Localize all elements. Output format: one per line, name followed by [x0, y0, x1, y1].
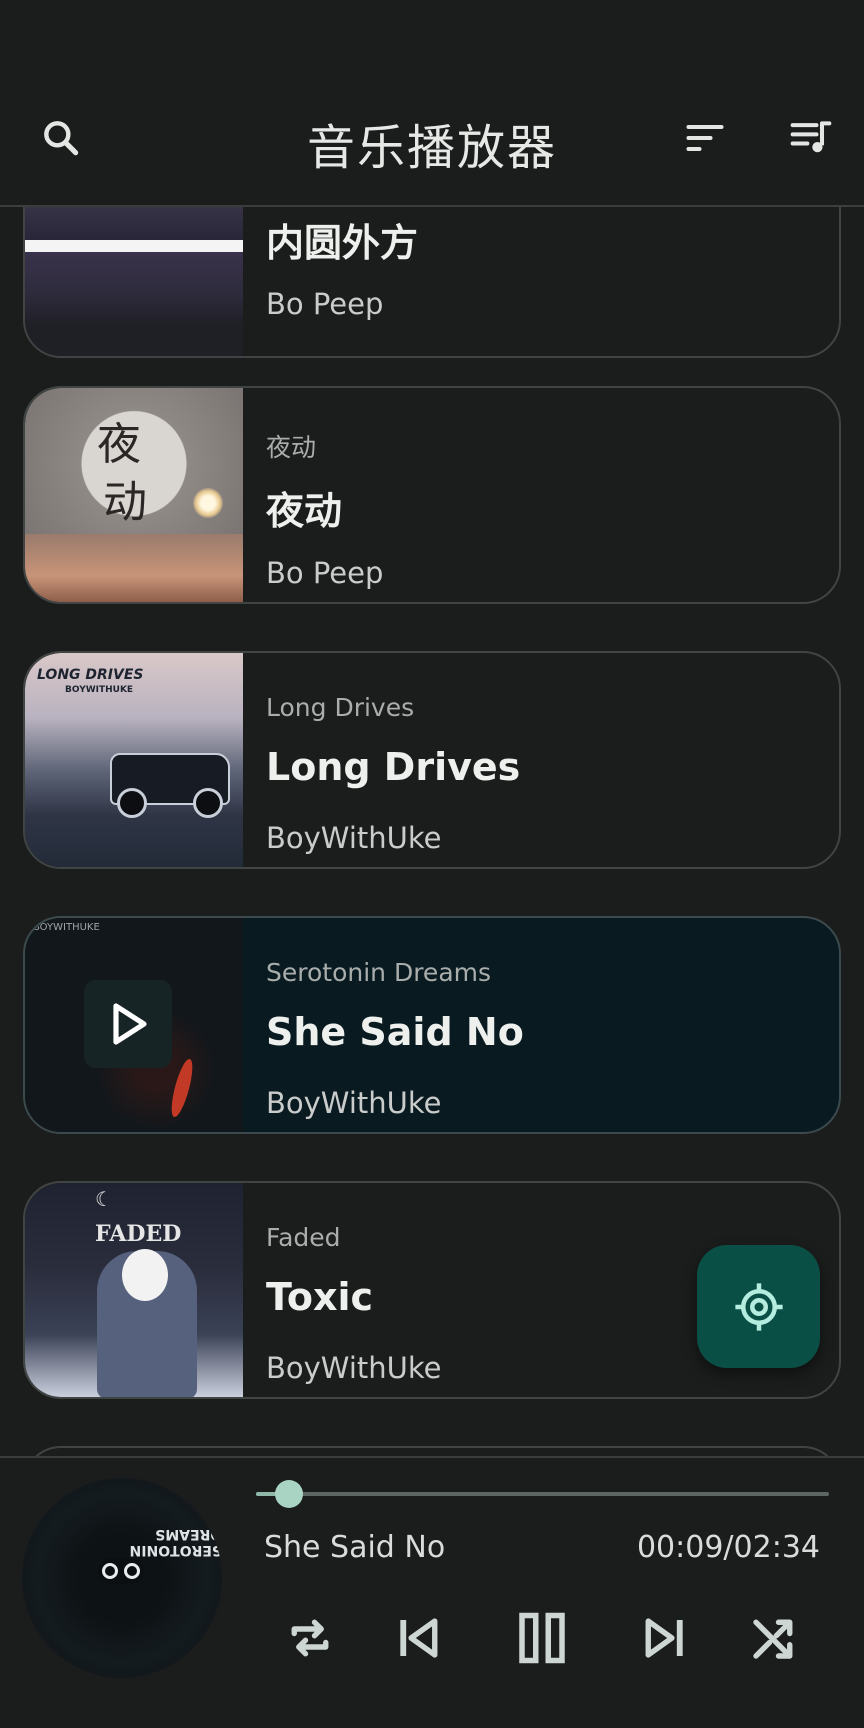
- seek-handle[interactable]: [275, 1480, 304, 1508]
- top-app-bar: 音乐播放器: [0, 0, 864, 207]
- previous-button[interactable]: [387, 1606, 451, 1670]
- shuffle-button[interactable]: [742, 1606, 806, 1670]
- song-title: 内圆外方: [266, 221, 419, 265]
- next-icon: [645, 1618, 683, 1658]
- disc-eyes: [98, 1558, 144, 1584]
- album-art-glyph: 动: [103, 477, 147, 528]
- now-playing-title: She Said No: [264, 1530, 446, 1565]
- album-art-glyph: 夜: [97, 419, 141, 470]
- now-playing-disc[interactable]: SEROTONIN DREAMS: [22, 1478, 222, 1678]
- repeat-button[interactable]: [278, 1606, 342, 1670]
- sort-button[interactable]: [673, 106, 737, 170]
- play-icon: [113, 1003, 147, 1045]
- album-art-subtitle: BOYWITHUKE: [65, 685, 134, 695]
- album-name: 夜动: [266, 433, 317, 462]
- song-artist: Bo Peep: [266, 556, 384, 590]
- album-art-label: BOYWITHUKE: [33, 922, 100, 933]
- song-card[interactable]: 夜 动 夜动 夜动 Bo Peep: [23, 386, 841, 604]
- album-art: LONG DRIVES BOYWITHUKE: [25, 653, 243, 867]
- pause-button[interactable]: [510, 1606, 574, 1670]
- album-art: 夜 动: [25, 388, 243, 602]
- song-artist: Bo Peep: [266, 287, 384, 321]
- queue-music-icon: [790, 121, 832, 153]
- disc-label: SEROTONIN DREAMS: [129, 1526, 222, 1558]
- previous-icon: [400, 1618, 438, 1658]
- locate-icon: [734, 1282, 783, 1331]
- song-title: She Said No: [266, 1010, 524, 1054]
- album-art: ☾ FADED: [25, 1183, 243, 1397]
- song-title: 夜动: [266, 489, 343, 533]
- album-art-logo: LONG DRIVES: [37, 667, 144, 683]
- repeat-icon: [291, 1619, 329, 1657]
- song-artist: BoyWithUke: [266, 821, 442, 855]
- next-button[interactable]: [632, 1606, 696, 1670]
- song-artist: BoyWithUke: [266, 1351, 442, 1385]
- album-name: Serotonin Dreams: [266, 958, 492, 987]
- song-artist: BoyWithUke: [266, 1086, 442, 1120]
- sort-icon: [686, 124, 724, 152]
- album-name: Faded: [266, 1223, 341, 1252]
- seek-bar[interactable]: [256, 1480, 829, 1508]
- shuffle-icon: [753, 1619, 793, 1659]
- playback-time: 00:09/02:34: [636, 1530, 820, 1565]
- now-playing-bar: SEROTONIN DREAMS She Said No 00:09/02:34: [0, 1456, 864, 1728]
- music-player-app: 内圆外方 Bo Peep 夜 动 夜动 夜动 Bo Peep LONG DRIV…: [0, 0, 864, 1728]
- song-card[interactable]: LONG DRIVES BOYWITHUKE Long Drives Long …: [23, 651, 841, 869]
- album-art: BOYWITHUKE: [25, 918, 243, 1132]
- song-title: Long Drives: [266, 745, 521, 789]
- locate-current-song-button[interactable]: [697, 1245, 820, 1368]
- song-title: Toxic: [266, 1275, 374, 1319]
- play-overlay[interactable]: [84, 980, 172, 1068]
- album-name: Long Drives: [266, 693, 415, 722]
- song-card-active[interactable]: BOYWITHUKE Serotonin Dreams She Said No …: [23, 916, 841, 1134]
- pause-icon: [519, 1612, 565, 1664]
- song-card[interactable]: [23, 1446, 841, 1456]
- album-art-title: FADED: [95, 1221, 182, 1247]
- song-list[interactable]: 内圆外方 Bo Peep 夜 动 夜动 夜动 Bo Peep LONG DRIV…: [0, 0, 864, 1456]
- queue-button[interactable]: [779, 106, 843, 170]
